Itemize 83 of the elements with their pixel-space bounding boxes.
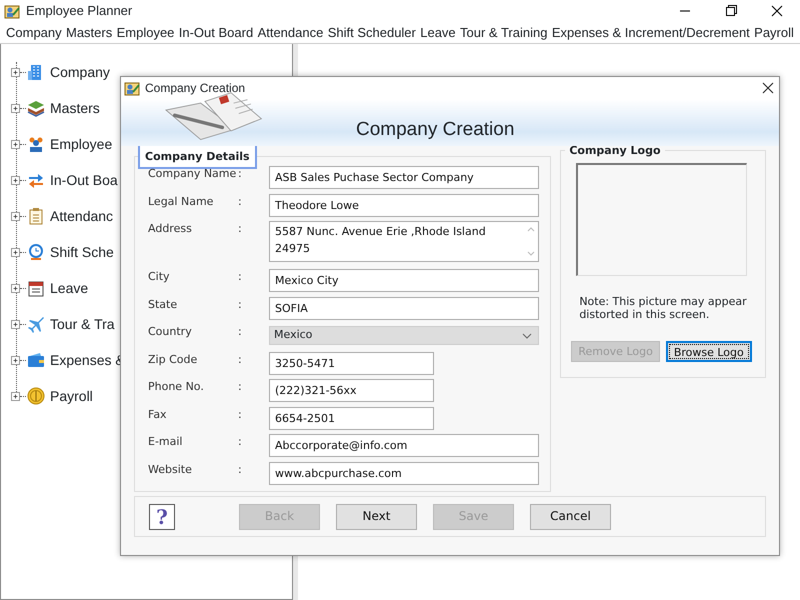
menu-item[interactable]: Masters: [66, 22, 112, 43]
field-colon: :: [238, 269, 242, 284]
clipboard-icon: [27, 207, 45, 225]
expand-toggle[interactable]: [11, 140, 20, 148]
menu-item[interactable]: Attendance: [258, 22, 324, 43]
country-dropdown[interactable]: Mexico: [269, 326, 539, 346]
group-title: Company Details: [138, 144, 257, 170]
tree-item[interactable]: In-Out Boa: [50, 170, 118, 190]
menu-item[interactable]: Leave: [420, 22, 456, 43]
arrows-icon: [27, 171, 45, 189]
scroll-arrows-icon: [526, 225, 536, 258]
field-colon: :: [238, 296, 242, 311]
field-colon: :: [238, 194, 242, 208]
airplane-icon: [27, 315, 45, 333]
expand-toggle[interactable]: [11, 392, 20, 400]
expand-toggle[interactable]: [11, 248, 20, 256]
field-label: Legal Name: [148, 194, 214, 208]
input-field[interactable]: SOFIA: [269, 296, 539, 320]
input-field[interactable]: 6654-2501: [269, 406, 434, 430]
app-icon: [4, 3, 20, 19]
logo-button[interactable]: Browse Logo: [666, 340, 752, 362]
help-button[interactable]: ?: [149, 504, 175, 530]
dialog-button[interactable]: Cancel: [530, 504, 611, 530]
field-label: Website: [148, 462, 192, 476]
field-label: Country: [148, 324, 192, 338]
window-title: Employee Planner: [26, 2, 132, 20]
calendar-icon: [27, 279, 45, 297]
address-field[interactable]: 5587 Nunc. Avenue Erie ,Rhode Island 24975: [269, 221, 539, 262]
group-title: Company Logo: [568, 144, 662, 158]
tree-item[interactable]: Employee: [50, 134, 112, 154]
tree-item[interactable]: Leave: [50, 278, 88, 298]
menu-item[interactable]: Payroll: [754, 22, 794, 43]
tree-item[interactable]: Tour & Tra: [50, 314, 115, 334]
input-field[interactable]: www.abcpurchase.com: [269, 462, 539, 485]
tree-item[interactable]: Payroll: [50, 386, 93, 406]
people-icon: [27, 135, 45, 153]
layers-icon: [27, 99, 45, 117]
field-label: Address: [148, 221, 192, 236]
dialog-icon: [124, 80, 140, 96]
input-field[interactable]: Abccorporate@info.com: [269, 434, 539, 458]
field-colon: :: [238, 406, 242, 421]
dialog-title: Company Creation: [145, 80, 246, 97]
input-field[interactable]: (222)321-56xx: [269, 379, 434, 402]
field-colon: :: [238, 352, 242, 366]
tree-item[interactable]: Shift Sche: [50, 242, 114, 262]
expand-toggle[interactable]: [11, 68, 20, 76]
input-field[interactable]: Mexico City: [269, 269, 539, 292]
dialog-heading: Company Creation: [356, 118, 514, 142]
field-label: Phone No.: [148, 379, 204, 394]
expand-toggle[interactable]: [11, 104, 20, 112]
coin-icon: [27, 387, 45, 405]
menu-item[interactable]: In-Out Board: [178, 22, 254, 43]
field-colon: :: [238, 462, 242, 476]
menu-item[interactable]: Expenses & Increment/Decrement: [552, 22, 750, 43]
menu-item[interactable]: Tour & Training: [460, 22, 548, 43]
menu-item[interactable]: Employee: [116, 22, 174, 43]
menu-item[interactable]: Company: [6, 22, 62, 43]
tree-item[interactable]: Masters: [50, 98, 100, 118]
field-label: Zip Code: [148, 352, 198, 366]
field-colon: :: [238, 379, 242, 394]
input-field[interactable]: 3250-5471: [269, 352, 434, 375]
expand-toggle[interactable]: [11, 176, 20, 184]
input-field[interactable]: Theodore Lowe: [269, 194, 539, 217]
field-label: E-mail: [148, 434, 182, 448]
field-label: City: [148, 269, 170, 284]
clock-icon: [27, 243, 45, 261]
field-colon: :: [238, 434, 242, 448]
field-label: Fax: [148, 406, 167, 421]
input-field[interactable]: ASB Sales Puchase Sector Company: [269, 166, 539, 190]
tree-item[interactable]: Attendanc: [50, 206, 114, 226]
chevron-icon: [522, 332, 532, 339]
menu-item[interactable]: Shift Scheduler: [328, 22, 416, 43]
note-text: Note: This picture may appear distorted in this screen.: [578, 294, 748, 322]
expand-toggle[interactable]: [11, 284, 20, 292]
expand-toggle[interactable]: [11, 212, 20, 220]
field-label: State: [148, 296, 178, 311]
tree-item[interactable]: Company: [50, 62, 110, 82]
expand-toggle[interactable]: [11, 356, 20, 364]
field-colon: :: [238, 324, 242, 338]
wallet-icon: [27, 351, 45, 369]
dialog-button[interactable]: Next: [336, 504, 417, 530]
field-colon: :: [238, 221, 242, 236]
expand-toggle[interactable]: [11, 320, 20, 328]
